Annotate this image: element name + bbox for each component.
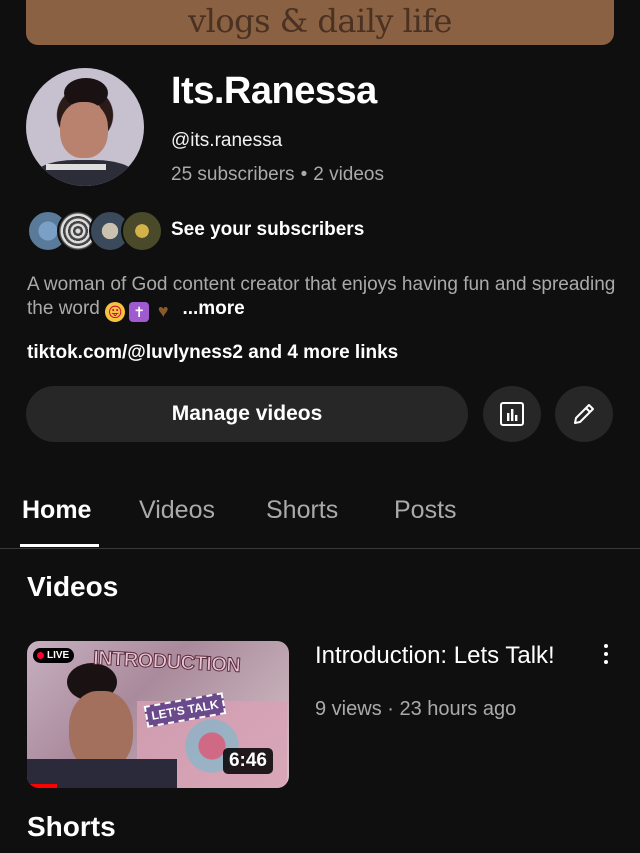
subscriber-avatars[interactable] — [27, 210, 163, 252]
analytics-button[interactable] — [483, 386, 541, 442]
video-duration: 6:46 — [222, 748, 273, 774]
stats-separator: • — [300, 164, 308, 185]
shorts-section-title: Shorts — [27, 811, 116, 842]
edit-button[interactable] — [555, 386, 613, 442]
pencil-icon — [574, 404, 594, 424]
channel-tabs: Home Videos Shorts Posts — [0, 490, 640, 549]
subscriber-count: 25 subscribers — [171, 164, 295, 185]
tab-shorts[interactable]: Shorts — [266, 496, 338, 525]
tab-videos[interactable]: Videos — [139, 496, 215, 525]
channel-banner: vlogs & daily life — [26, 0, 614, 45]
live-badge: LIVE — [33, 648, 75, 663]
channel-name: Its.Ranessa — [171, 70, 377, 112]
video-meta: 9 views · 23 hours ago — [315, 698, 517, 720]
videos-section-title: Videos — [27, 571, 119, 602]
channel-stats: 25 subscribers • 2 videos — [171, 164, 384, 186]
active-tab-indicator — [20, 544, 99, 547]
channel-description[interactable]: A woman of God content creator that enjo… — [27, 273, 617, 322]
channel-handle: @its.ranessa — [171, 130, 283, 151]
cross-emoji-icon: ✝ — [129, 302, 150, 322]
channel-links[interactable]: tiktok.com/@luvlyness2 and 4 more links — [27, 342, 398, 364]
tongue-emoji-icon: 😛 — [105, 302, 126, 322]
see-subscribers-link[interactable]: See your subscribers — [171, 219, 364, 241]
tab-posts[interactable]: Posts — [394, 496, 457, 525]
watch-progress-bar — [27, 784, 57, 788]
channel-avatar[interactable] — [26, 68, 144, 186]
banner-text: vlogs & daily life — [188, 2, 452, 40]
tab-home[interactable]: Home — [22, 496, 91, 525]
video-count: 2 videos — [313, 164, 384, 185]
video-title[interactable]: Introduction: Lets Talk! — [315, 640, 585, 671]
more-options-icon[interactable] — [598, 644, 614, 668]
subscriber-avatar — [121, 210, 163, 252]
video-thumbnail[interactable]: LIVE INTRODUCTION LET'S TALK 6:46 — [27, 641, 289, 788]
more-link[interactable]: ...more — [182, 298, 244, 319]
brown-heart-icon: ♥ — [157, 301, 169, 321]
manage-videos-button[interactable]: Manage videos — [26, 386, 468, 442]
analytics-icon — [500, 402, 524, 426]
